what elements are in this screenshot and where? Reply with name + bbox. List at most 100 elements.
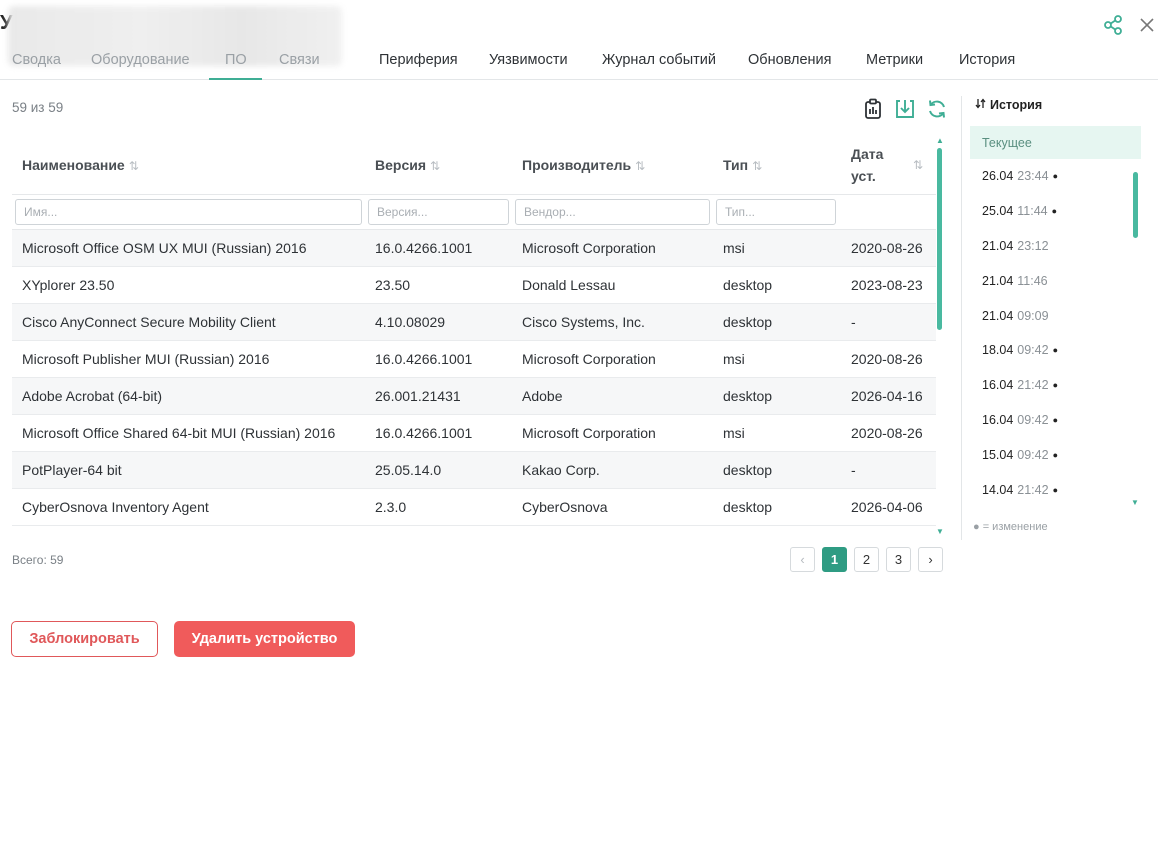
tab-links[interactable]: Связи	[279, 52, 320, 68]
sort-icon[interactable]: ⇅	[913, 158, 923, 172]
cell-install-date: -	[841, 303, 936, 341]
history-item-date: 16.04	[982, 378, 1014, 393]
table-row[interactable]: Microsoft Office Shared 64-bit MUI (Russ…	[12, 414, 936, 452]
sort-icon[interactable]: ⇅	[635, 159, 645, 173]
tab-summary[interactable]: Сводка	[12, 52, 61, 68]
scroll-down-icon[interactable]: ▼	[936, 527, 944, 536]
history-item-time: 09:42	[1017, 447, 1049, 462]
table-row[interactable]: XYplorer 23.50 23.50 Donald Lessau desktop 2…	[12, 266, 936, 304]
cell-version: 16.0.4266.1001	[365, 340, 512, 378]
record-count: 59 из 59	[12, 100, 64, 115]
close-icon[interactable]	[1136, 14, 1158, 36]
share-icon[interactable]	[1102, 14, 1124, 36]
cell-vendor: Microsoft Corporation	[512, 414, 713, 452]
history-item[interactable]: 18.04 09:42 ●	[970, 333, 1141, 368]
history-item-time: 09:42	[1017, 412, 1049, 427]
block-device-button[interactable]: Заблокировать	[11, 621, 158, 657]
history-item[interactable]: 16.04 09:42 ●	[970, 403, 1141, 438]
table-scrollbar[interactable]: ▲ ▼	[936, 136, 944, 536]
cell-type: desktop	[713, 377, 841, 415]
cell-vendor: CyberOsnova	[512, 488, 713, 526]
table-row[interactable]: Microsoft Office OSM UX MUI (Russian) 20…	[12, 229, 936, 267]
column-header-install-date[interactable]: Дата уст.⇅	[841, 136, 936, 195]
cell-name: Microsoft Publisher MUI (Russian) 2016	[12, 340, 365, 378]
column-header-type[interactable]: Тип ⇅	[713, 136, 841, 195]
delete-device-button[interactable]: Удалить устройство	[174, 621, 355, 657]
page-button-3[interactable]: 3	[886, 547, 911, 572]
cell-install-date: 2023-08-23	[841, 266, 936, 304]
cell-type: desktop	[713, 303, 841, 341]
top-actions	[1102, 14, 1158, 36]
column-header-version[interactable]: Версия ⇅	[365, 136, 512, 195]
cell-install-date: -	[841, 451, 936, 489]
cell-name: Cisco AnyConnect Secure Mobility Client	[12, 303, 365, 341]
cell-version: 4.10.08029	[365, 303, 512, 341]
history-scroll-down-icon[interactable]: ▼	[1131, 498, 1139, 507]
tab-event-log[interactable]: Журнал событий	[602, 52, 716, 68]
history-item[interactable]: 16.04 21:42 ●	[970, 368, 1141, 403]
next-page-button[interactable]: ›	[918, 547, 943, 572]
history-item[interactable]: 15.04 09:42 ●	[970, 437, 1141, 472]
page-button-2[interactable]: 2	[854, 547, 879, 572]
history-item-date: 21.04	[982, 238, 1014, 253]
name-filter-input[interactable]	[15, 198, 362, 225]
history-swap-icon	[975, 98, 986, 112]
cell-install-date: 2020-08-26	[841, 229, 936, 267]
table-toolbar	[861, 97, 949, 121]
tab-peripherals[interactable]: Периферия	[379, 52, 458, 68]
cell-vendor: Donald Lessau	[512, 266, 713, 304]
prev-page-button[interactable]: ‹	[790, 547, 815, 572]
history-item-date: 25.04	[982, 204, 1014, 219]
page-button-1[interactable]: 1	[822, 547, 847, 572]
history-item-time: 23:12	[1017, 238, 1049, 253]
history-panel-title: История	[975, 98, 1042, 112]
vendor-filter-input[interactable]	[515, 198, 710, 225]
column-header-name[interactable]: Наименование ⇅	[12, 136, 365, 195]
sort-icon[interactable]: ⇅	[752, 159, 762, 173]
scrollbar-thumb[interactable]	[937, 148, 942, 330]
table-row[interactable]: Cisco AnyConnect Secure Mobility Client 4…	[12, 303, 936, 341]
history-item-current[interactable]: Текущее	[970, 126, 1141, 159]
cell-version: 2.3.0	[365, 488, 512, 526]
cell-version: 16.0.4266.1001	[365, 229, 512, 267]
scroll-up-icon[interactable]: ▲	[936, 136, 944, 145]
cell-type: msi	[713, 340, 841, 378]
download-icon[interactable]	[893, 97, 917, 121]
history-item-date: 26.04	[982, 169, 1014, 184]
table-row[interactable]: CyberOsnova Inventory Agent 2.3.0 CyberOsn…	[12, 488, 936, 526]
refresh-icon[interactable]	[925, 97, 949, 121]
history-item-time: 11:44	[1017, 204, 1048, 219]
column-header-vendor[interactable]: Производитель ⇅	[512, 136, 713, 195]
history-item-date: 21.04	[982, 273, 1014, 288]
history-item-time: 09:42	[1017, 343, 1049, 358]
history-scrollbar-thumb[interactable]	[1133, 172, 1138, 238]
sort-icon[interactable]: ⇅	[129, 159, 139, 173]
change-dot-icon: ●	[1051, 206, 1058, 217]
history-item[interactable]: 25.04 11:44 ●	[970, 194, 1141, 229]
history-item[interactable]: 21.04 09:09	[970, 298, 1141, 333]
change-dot-icon: ●	[1052, 171, 1058, 182]
history-item[interactable]: 21.04 11:46	[970, 263, 1141, 298]
cell-install-date: 2020-08-26	[841, 414, 936, 452]
tab-software[interactable]: ПО	[225, 52, 247, 68]
table-row[interactable]: PotPlayer-64 bit 25.05.14.0 Kakao Corp. des…	[12, 451, 936, 489]
table-row[interactable]: Adobe Acrobat (64-bit) 26.001.21431 Adobe d…	[12, 377, 936, 415]
tab-history[interactable]: История	[959, 52, 1015, 68]
tab-vulnerabilities[interactable]: Уязвимости	[489, 52, 568, 68]
history-item-date: 14.04	[982, 482, 1014, 497]
tab-updates[interactable]: Обновления	[748, 52, 832, 68]
clipboard-icon[interactable]	[861, 97, 885, 121]
cell-install-date: 2026-04-16	[841, 377, 936, 415]
table-row[interactable]: Microsoft Publisher MUI (Russian) 2016 16…	[12, 340, 936, 378]
type-filter-input[interactable]	[716, 198, 836, 225]
sort-icon[interactable]: ⇅	[430, 159, 440, 173]
tab-metrics[interactable]: Метрики	[866, 52, 923, 68]
history-item[interactable]: 14.04 21:42 ●	[970, 472, 1141, 507]
cell-vendor: Cisco Systems, Inc.	[512, 303, 713, 341]
version-filter-input[interactable]	[368, 198, 509, 225]
history-item[interactable]: 26.04 23:44 ●	[970, 159, 1141, 194]
history-item[interactable]: 21.04 23:12	[970, 229, 1141, 264]
tab-hardware[interactable]: Оборудование	[91, 52, 190, 68]
history-item-time: 11:46	[1017, 273, 1048, 288]
cell-type: msi	[713, 414, 841, 452]
